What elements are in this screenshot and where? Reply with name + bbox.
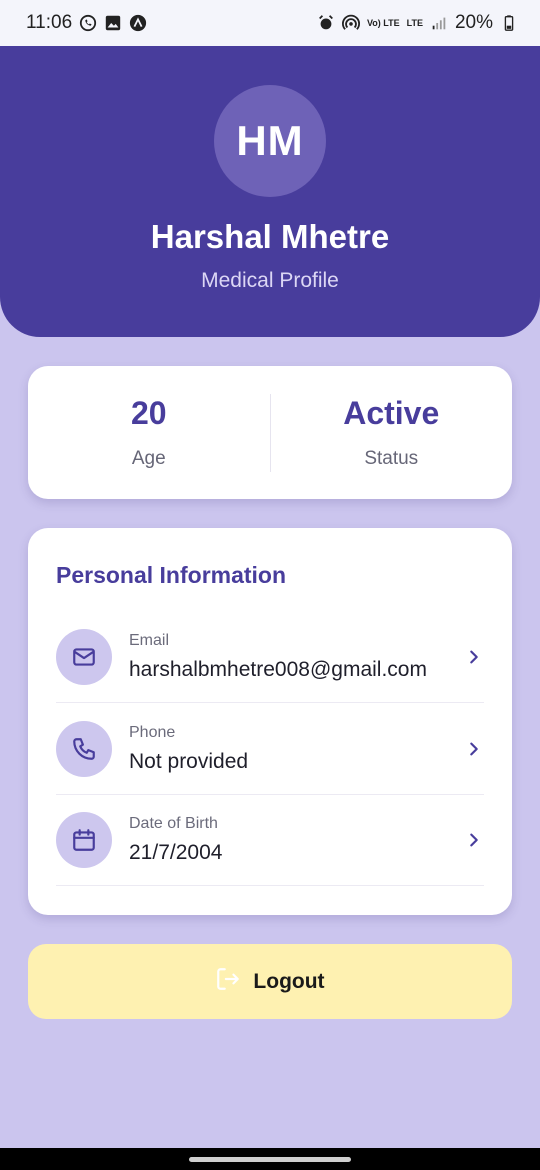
avatar-initials: HM [236,117,304,164]
whatsapp-icon [79,14,97,32]
hotspot-icon [342,14,360,32]
battery-icon [500,14,518,32]
home-handle[interactable] [189,1157,351,1162]
volte-icon: Vo) LTE [366,17,400,28]
personal-info-card: Personal Information Email harshalbmhetr… [28,528,512,915]
calendar-icon [56,812,112,868]
alarm-icon [317,14,335,32]
signal-icon [430,14,448,32]
stat-age-label: Age [131,448,166,469]
info-row-dob[interactable]: Date of Birth 21/7/2004 [56,795,484,886]
avatar: HM [214,85,326,197]
stat-status: Active Status [271,395,513,470]
status-time: 11:06 [26,12,73,33]
user-name: Harshal Mhetre [150,218,390,255]
battery-percent: 20% [454,12,493,33]
dob-label: Date of Birth [129,815,218,832]
status-right: Vo) LTE LTE 20% [317,12,518,34]
lte-icon: LTE [406,17,423,28]
info-row-email-text: Email harshalbmhetre008@gmail.com [129,632,464,682]
logout-icon [215,966,241,997]
email-value: harshalbmhetre008@gmail.com [129,658,427,681]
gallery-icon [104,14,122,32]
email-label: Email [129,632,170,649]
info-row-phone-text: Phone Not provided [129,724,464,774]
phone-label: Phone [129,724,176,741]
info-row-dob-text: Date of Birth 21/7/2004 [129,815,464,865]
logout-button[interactable]: Logout [28,944,512,1019]
stats-card: 20 Age Active Status [28,366,512,499]
phone-icon [56,721,112,777]
chevron-right-icon [464,830,484,850]
stat-status-value: Active [343,395,440,431]
mail-icon [56,629,112,685]
app-icon [129,14,147,32]
info-row-email[interactable]: Email harshalbmhetre008@gmail.com [56,612,484,703]
chevron-right-icon [464,647,484,667]
status-bar: 11:06 Vo) LTE LTE 20% [0,0,540,46]
info-row-phone[interactable]: Phone Not provided [56,704,484,795]
chevron-right-icon [464,739,484,759]
stat-age: 20 Age [28,395,270,470]
logout-label: Logout [253,969,325,993]
personal-info-title: Personal Information [56,562,287,588]
stat-status-label: Status [364,448,419,469]
phone-value: Not provided [129,750,249,773]
profile-subtitle: Medical Profile [201,269,339,292]
profile-header: HM Harshal Mhetre Medical Profile [0,46,540,337]
status-left: 11:06 [26,12,147,34]
dob-value: 21/7/2004 [129,841,223,864]
stat-age-value: 20 [130,395,167,431]
system-nav-bar [0,1148,540,1170]
